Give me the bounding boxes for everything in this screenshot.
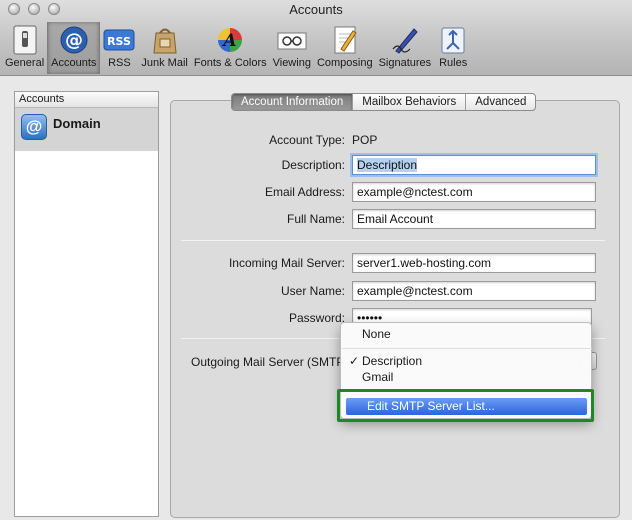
smtp-label: Outgoing Mail Server (SMTP [191,355,345,369]
svg-text:@: @ [65,30,83,51]
email-label: Email Address: [264,185,345,199]
general-switch-icon [9,25,41,55]
signature-pen-icon [389,25,421,55]
menu-item-none[interactable]: None [341,326,591,343]
user-name-field[interactable]: example@nctest.com [352,281,596,301]
tab-mailbox-behaviors[interactable]: Mailbox Behaviors [353,94,467,110]
rules-icon [437,25,469,55]
junk-bag-icon [149,25,181,55]
settings-tabs: Account Information Mailbox Behaviors Ad… [231,93,537,111]
annotation-highlight-box [337,389,594,422]
menu-separator [342,348,592,349]
toolbar-label: Composing [316,57,373,69]
toolbar-accounts[interactable]: @ Accounts [47,22,101,74]
accounts-sidebar: Accounts @ Domain [14,91,159,517]
toolbar-signatures[interactable]: Signatures [376,22,435,74]
email-field[interactable]: example@nctest.com [352,182,596,202]
window-titlebar: Accounts General @ Accounts RSS RSS Junk… [0,0,632,76]
toolbar-fonts-colors[interactable]: A Fonts & Colors [191,22,270,74]
window-title: Accounts [289,2,343,17]
toolbar-label: Rules [439,57,468,69]
toolbar-junk-mail[interactable]: Junk Mail [138,22,190,74]
svg-text:A: A [222,31,237,51]
description-value: Description [357,158,418,172]
full-name-label: Full Name: [286,212,345,226]
toolbar-label: General [5,57,45,69]
toolbar-rules[interactable]: Rules [434,22,472,74]
fonts-colors-icon: A [214,25,246,55]
at-sign-icon: @ [58,25,90,55]
tab-advanced[interactable]: Advanced [466,94,535,110]
toolbar-general[interactable]: General [2,22,47,74]
svg-text:RSS: RSS [107,35,131,48]
sidebar-header: Accounts [15,92,158,108]
toolbar-label: Fonts & Colors [193,57,267,69]
account-type-value: POP [352,133,378,147]
toolbar-label: Junk Mail [141,57,188,69]
user-name-label: User Name: [280,284,345,298]
viewing-glasses-icon [276,25,308,55]
toolbar-label: RSS [108,57,131,69]
tab-account-information[interactable]: Account Information [232,94,354,110]
preferences-toolbar: General @ Accounts RSS RSS Junk Mail A F… [2,22,472,74]
incoming-server-field[interactable]: server1.web-hosting.com [352,253,596,273]
account-type-label: Account Type: [269,133,345,147]
toolbar-viewing[interactable]: Viewing [270,22,314,74]
at-sign-icon: @ [21,114,47,140]
menu-item-description[interactable]: ✓ Description [341,353,591,370]
sidebar-account-item[interactable]: @ Domain [15,108,158,151]
toolbar-label: Accounts [51,57,97,69]
menu-item-gmail[interactable]: Gmail [341,369,591,386]
toolbar-label: Viewing [272,57,311,69]
checkmark-icon: ✓ [349,354,360,368]
menu-item-label: Description [362,354,423,368]
full-name-field[interactable]: Email Account [352,209,596,229]
description-label: Description: [281,158,345,172]
toolbar-rss[interactable]: RSS RSS [100,22,138,74]
incoming-server-label: Incoming Mail Server: [228,256,345,270]
password-label: Password: [288,311,345,325]
rss-icon: RSS [103,25,135,55]
section-divider [181,240,605,241]
toolbar-composing[interactable]: Composing [314,22,376,74]
account-name: Domain [53,116,101,131]
composing-pencil-icon [329,25,361,55]
description-field[interactable]: Description [352,155,596,175]
toolbar-label: Signatures [378,57,432,69]
